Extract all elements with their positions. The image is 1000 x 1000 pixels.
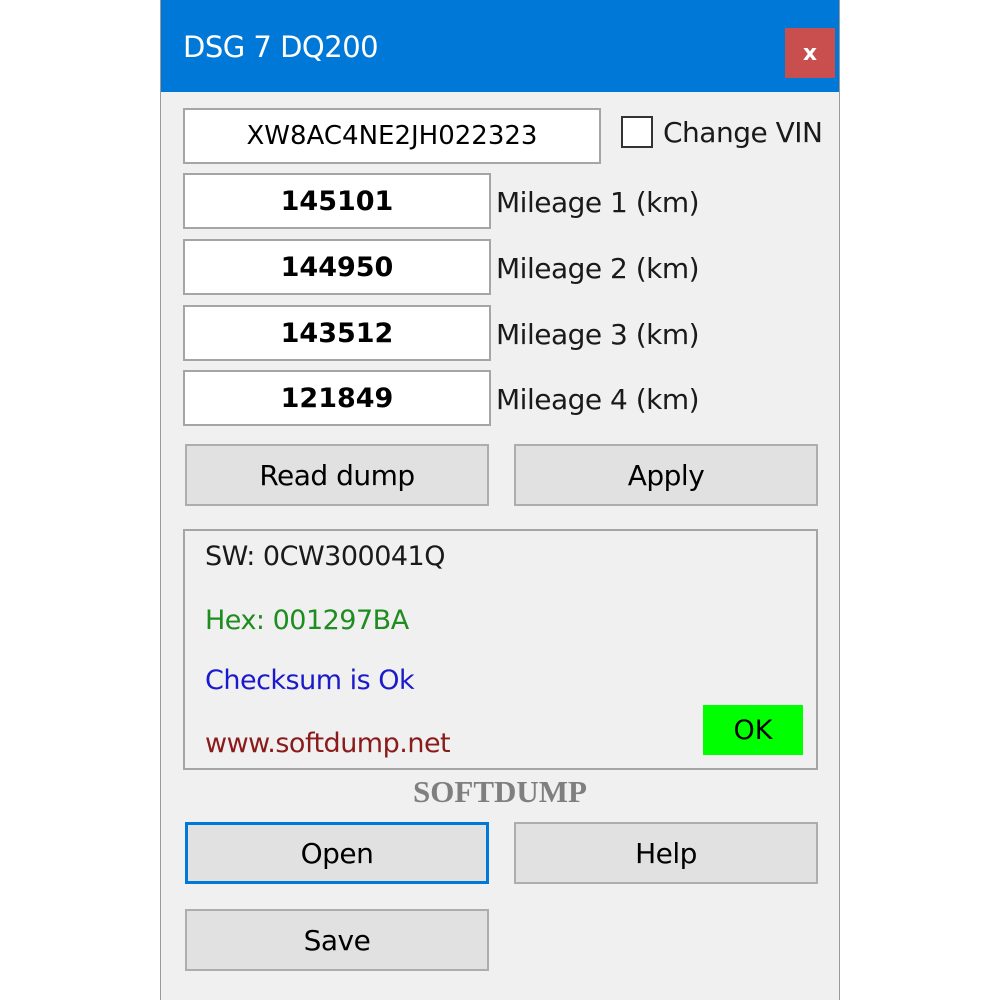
sw-version-text: SW: 0CW300041Q [205,541,445,572]
app-window: DSG 7 DQ200 x XW8AC4NE2JH022323 Change V… [160,0,840,1000]
hex-text: Hex: 001297BA [205,605,409,636]
mileage-1-field[interactable]: 145101 [183,173,491,229]
mileage-2-field[interactable]: 144950 [183,239,491,295]
ok-status-badge: OK [703,705,803,755]
open-button[interactable]: Open [185,822,489,884]
mileage-1-label: Mileage 1 (km) [496,186,700,219]
change-vin-checkbox[interactable] [621,116,653,148]
mileage-4-field[interactable]: 121849 [183,370,491,426]
brand-logo-text: SOFTDUMP [413,774,587,809]
read-dump-button[interactable]: Read dump [185,444,489,506]
mileage-2-label: Mileage 2 (km) [496,252,700,285]
title-bar: DSG 7 DQ200 x [161,0,839,92]
mileage-3-label: Mileage 3 (km) [496,318,700,351]
change-vin-label: Change VIN [663,116,823,149]
vin-field[interactable]: XW8AC4NE2JH022323 [183,108,601,164]
close-button[interactable]: x [785,28,835,78]
mileage-4-label: Mileage 4 (km) [496,383,700,416]
website-link[interactable]: www.softdump.net [205,728,451,759]
checksum-status-text: Checksum is Ok [205,665,415,696]
help-button[interactable]: Help [514,822,818,884]
window-title: DSG 7 DQ200 [183,30,379,64]
info-panel: SW: 0CW300041Q Hex: 001297BA Checksum is… [183,529,818,770]
mileage-3-field[interactable]: 143512 [183,305,491,361]
apply-button[interactable]: Apply [514,444,818,506]
save-button[interactable]: Save [185,909,489,971]
